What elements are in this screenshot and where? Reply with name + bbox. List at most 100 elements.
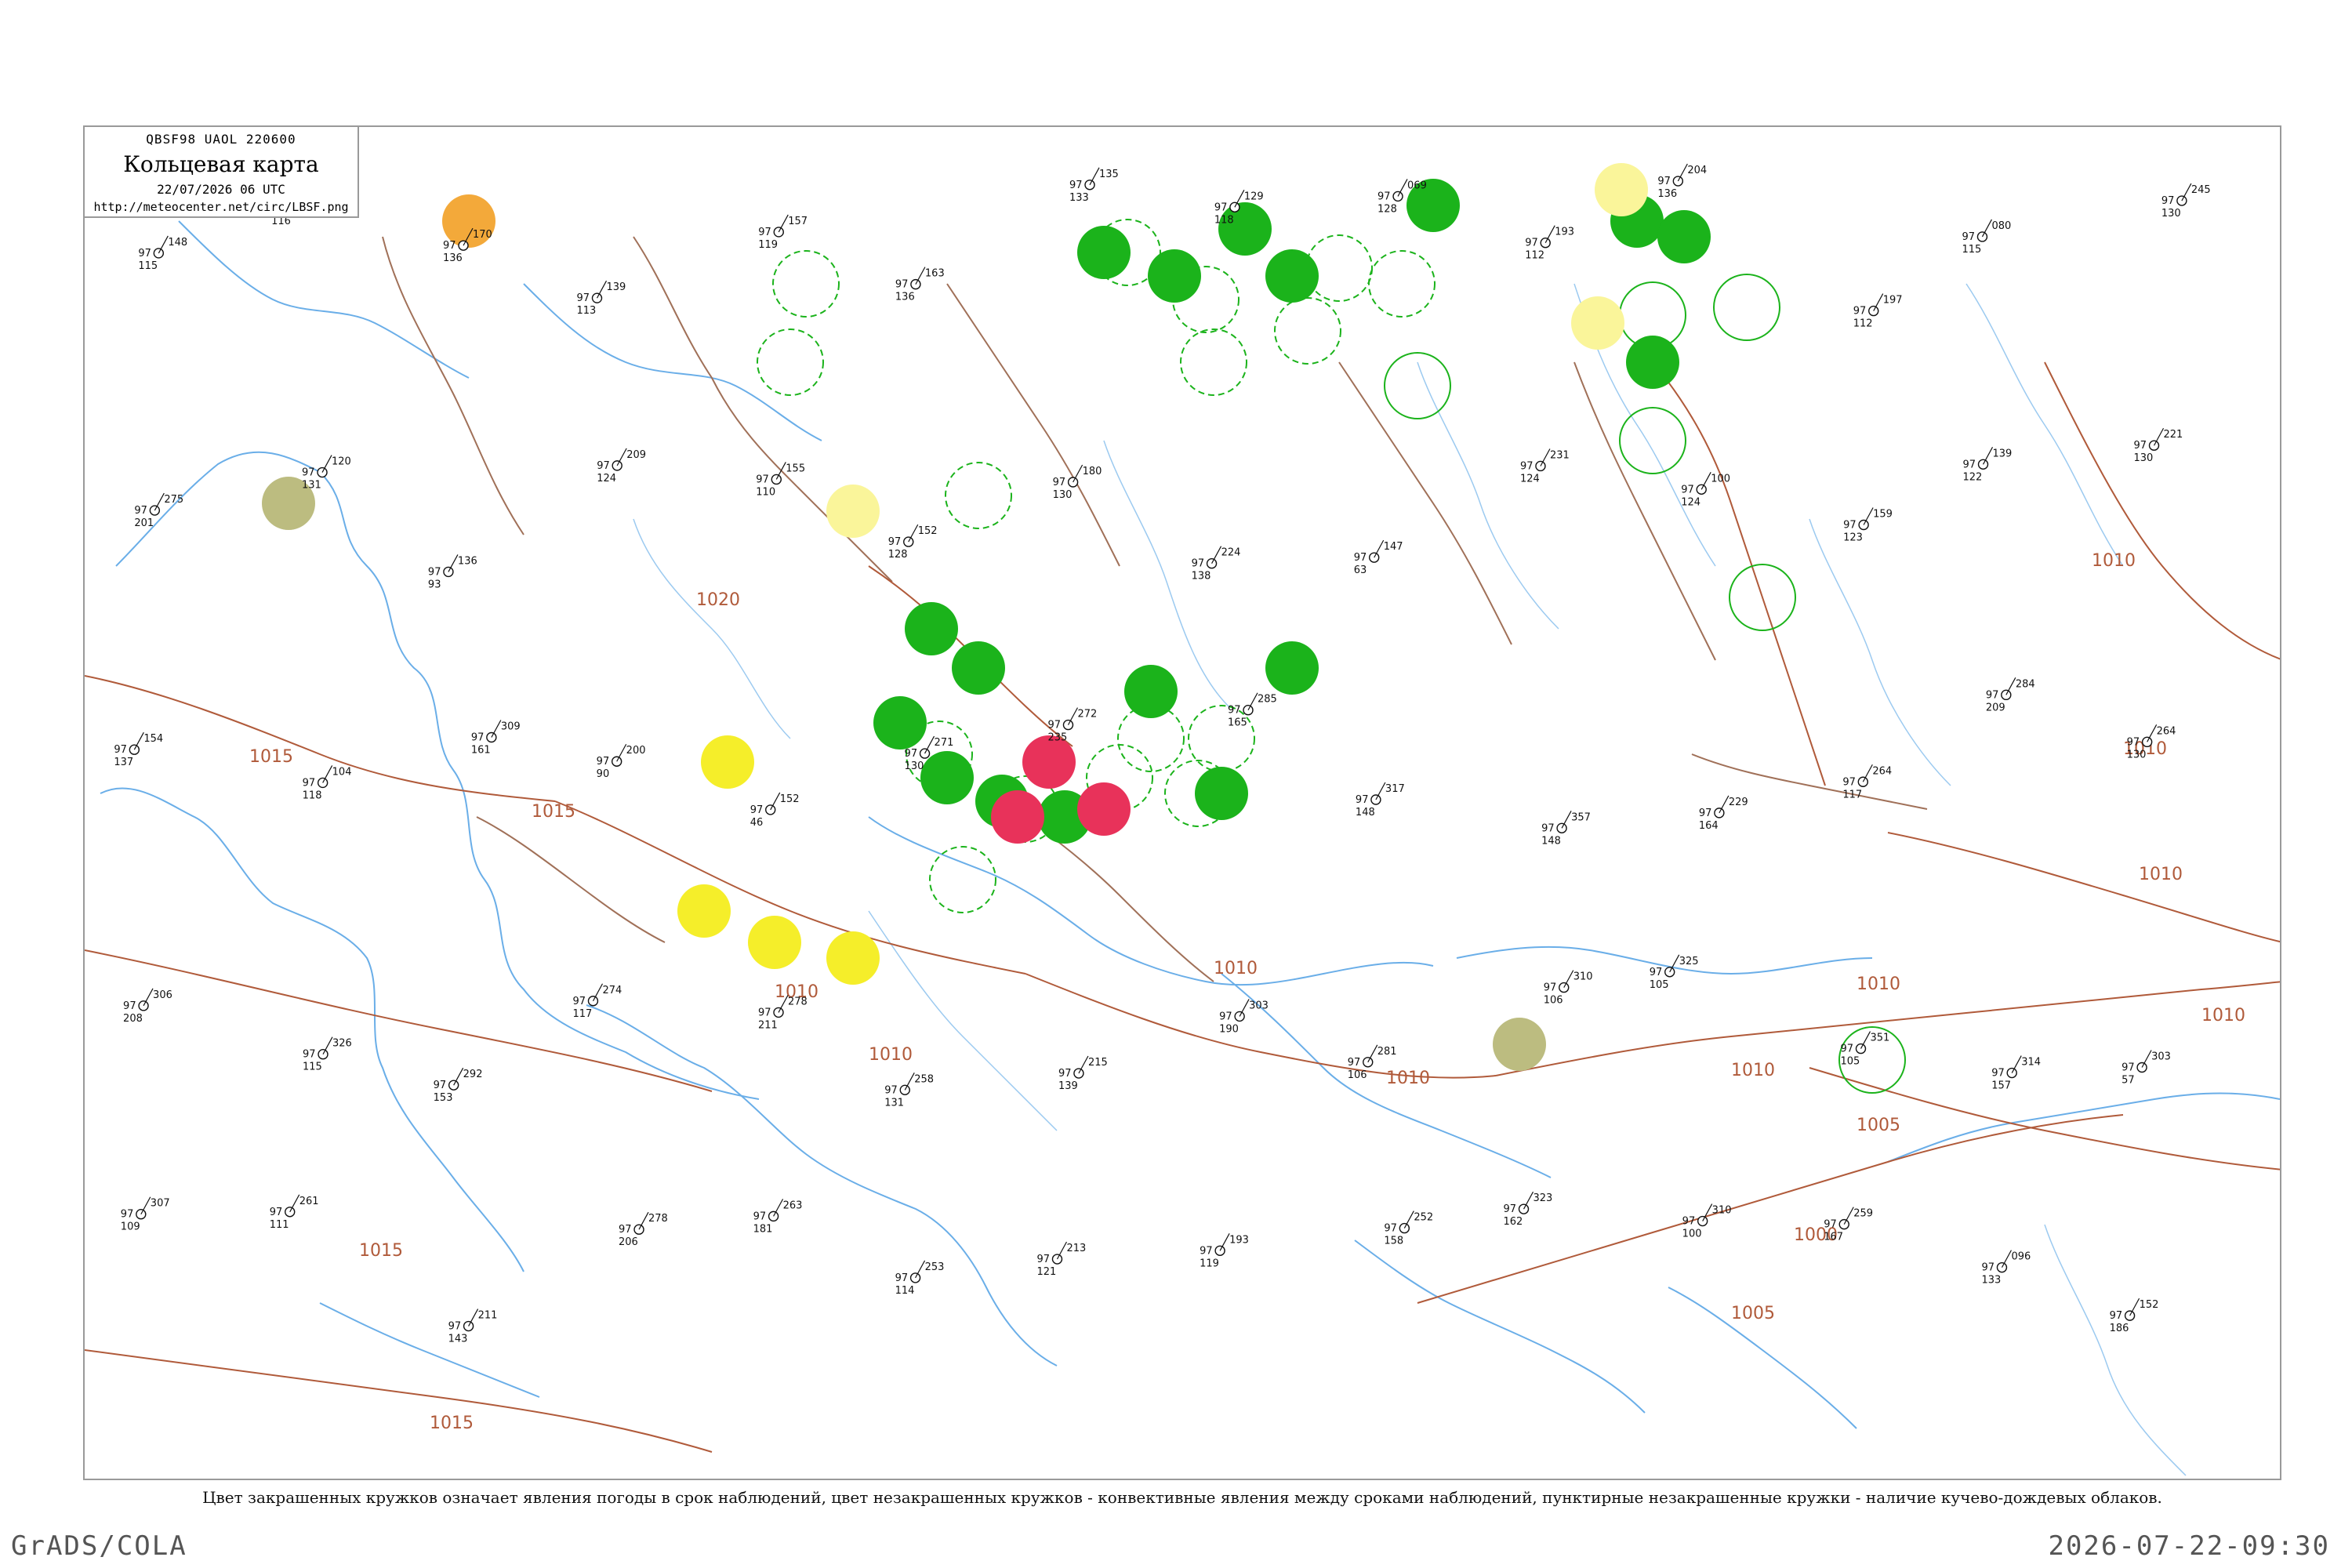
station-plot: 215 97139 — [1058, 1055, 1108, 1092]
wind-barb-icon — [1544, 225, 1555, 243]
station-dewpoint: 119 — [1200, 1258, 1219, 1269]
weather-circle-thunderstorm — [1626, 336, 1679, 389]
station-dewpoint: 130 — [905, 760, 924, 772]
station-dewpoint: 133 — [1069, 192, 1089, 204]
wind-barb-icon — [1677, 163, 1688, 182]
station-temperature: 97 — [471, 731, 485, 743]
station-pressure: 080 — [1991, 220, 2011, 232]
station-dewpoint: 115 — [1962, 244, 1981, 256]
station-dewpoint: 162 — [1504, 1216, 1523, 1228]
station-temperature: 97 — [1842, 776, 1856, 788]
map-caption: Цвет закрашенных кружков означает явлени… — [202, 1488, 2162, 1507]
station-plot: 303 97190 — [1219, 999, 1269, 1035]
station-plot: 180 97130 — [1053, 464, 1102, 501]
station-temperature: 97 — [1962, 231, 1975, 243]
coastline — [868, 816, 1434, 986]
border — [1573, 361, 1716, 661]
river — [633, 518, 791, 739]
station-dewpoint: 110 — [756, 486, 775, 498]
station-dewpoint: 158 — [1384, 1236, 1403, 1247]
station-temperature: 97 — [138, 248, 151, 260]
station-plot: 292 97153 — [434, 1067, 483, 1104]
wind-barb-icon — [321, 455, 332, 473]
wind-barb-icon — [1561, 811, 1572, 829]
station-dewpoint: 165 — [1228, 717, 1247, 729]
wind-barb-icon — [908, 524, 919, 543]
border — [1691, 753, 1928, 810]
station-pressure: 200 — [626, 745, 646, 757]
station-dewpoint: 208 — [123, 1013, 143, 1025]
weather-circle-shower — [748, 916, 801, 969]
station-plot: 120 97131 — [302, 455, 351, 492]
wind-barb-icon — [1374, 539, 1385, 558]
station-temperature: 97 — [1192, 558, 1205, 570]
station-temperature: 97 — [597, 460, 610, 472]
station-pressure: 292 — [463, 1069, 483, 1080]
station-temperature: 97 — [895, 279, 909, 291]
station-temperature: 97 — [1356, 794, 1369, 806]
station-plot: 136 9793 — [428, 554, 477, 590]
station-pressure: 306 — [153, 989, 172, 1001]
station-marker-icon — [910, 278, 921, 290]
station-plot: 275 97201 — [134, 492, 183, 529]
station-pressure: 135 — [1099, 169, 1119, 180]
station-temperature: 97 — [905, 748, 918, 760]
station-temperature: 97 — [1377, 191, 1391, 202]
station-pressure: 281 — [1377, 1046, 1397, 1058]
wind-barb-icon — [2153, 427, 2165, 446]
station-plot: 272 97235 — [1047, 707, 1097, 744]
wind-barb-icon — [1863, 507, 1874, 525]
station-pressure: 263 — [783, 1200, 803, 1211]
station-plot: 204 97136 — [1657, 163, 1707, 200]
station-temperature: 97 — [750, 804, 764, 816]
station-pressure: 314 — [2021, 1057, 2041, 1069]
station-plot: 152 9746 — [750, 792, 800, 829]
coastline — [115, 451, 760, 1100]
station-plot: 259 97167 — [1824, 1207, 1873, 1243]
wind-barb-icon — [1860, 1031, 1871, 1049]
station-temperature: 97 — [1840, 1044, 1853, 1055]
station-plot: 163 97136 — [895, 267, 945, 303]
isobar-label: 1015 — [430, 1414, 474, 1433]
wind-barb-icon — [158, 235, 169, 254]
station-plot: 197 97112 — [1853, 293, 1903, 330]
station-pressure: 310 — [1573, 971, 1593, 983]
station-temperature: 97 — [448, 1321, 462, 1333]
wind-barb-icon — [1719, 795, 1730, 814]
station-marker-icon — [138, 1000, 149, 1011]
convective-outline-circle-solid — [1619, 407, 1686, 474]
wind-barb-icon — [2141, 1050, 2152, 1068]
station-plot: 209 97124 — [597, 448, 646, 485]
convective-outline-circle-dashed — [1188, 705, 1255, 772]
isobar-labels: 1015 1015 1015 1015 1010 1010 1010 1010 1010 1010… — [249, 551, 2245, 1433]
station-dewpoint: 131 — [884, 1097, 904, 1109]
station-temperature: 97 — [884, 1084, 898, 1096]
station-plot: 284 97209 — [1986, 677, 2035, 713]
station-plot: 096 97133 — [1981, 1250, 2031, 1287]
wind-barb-icon — [2001, 1250, 2012, 1268]
station-dewpoint: 46 — [750, 817, 764, 829]
station-pressure: 148 — [168, 237, 187, 249]
station-dewpoint: 130 — [1053, 489, 1073, 501]
station-plot: 278 97206 — [619, 1211, 668, 1248]
coastline — [178, 220, 470, 379]
coastline — [319, 1302, 540, 1398]
station-pressure: 261 — [299, 1196, 319, 1207]
station-plot: 139 97122 — [1963, 447, 2012, 483]
station-pressure: 272 — [1077, 709, 1097, 720]
convective-outline-circle-dashed — [1180, 328, 1247, 396]
isobar-label: 1010 — [1386, 1069, 1430, 1088]
weather-circle-thunderstorm — [1148, 249, 1201, 303]
station-pressure: 317 — [1385, 783, 1405, 795]
station-dewpoint: 130 — [2134, 452, 2154, 464]
wind-barb-icon — [322, 1036, 333, 1054]
station-pressure: 155 — [786, 463, 805, 474]
isobar-label: 1005 — [1731, 1304, 1775, 1323]
station-dewpoint: 121 — [1036, 1266, 1056, 1278]
station-pressure: 326 — [332, 1038, 352, 1050]
convective-outline-circle-dashed — [1368, 250, 1436, 318]
station-temperature: 97 — [2161, 195, 2175, 207]
station-pressure: 170 — [473, 229, 492, 241]
wind-barb-icon — [778, 214, 789, 233]
weather-circle-hail — [991, 790, 1044, 844]
